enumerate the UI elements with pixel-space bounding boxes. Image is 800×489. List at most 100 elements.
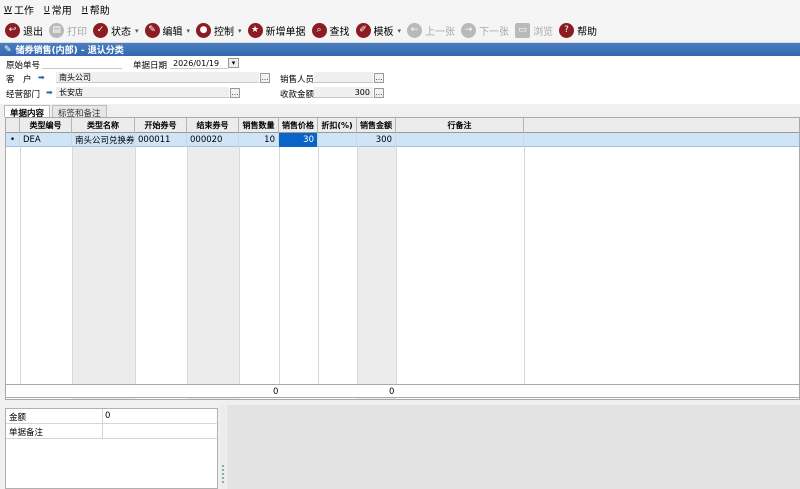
amount-value: 0 — [105, 411, 111, 421]
grid-divider — [524, 118, 525, 388]
help-button[interactable]: ? 帮助 — [559, 23, 597, 38]
amount-label: 金额 — [9, 413, 27, 423]
summary-row-amount: 金额 0 — [6, 409, 219, 424]
customer-field[interactable]: 南头公司 — [56, 72, 259, 83]
row-marker: • — [6, 133, 20, 147]
print-button[interactable]: ▤ 打印 — [49, 23, 87, 38]
panel-splitter[interactable] — [220, 405, 226, 489]
arrow-right-icon: ➡ — [38, 73, 45, 82]
grid-divider — [239, 118, 240, 388]
grid-column-shade — [357, 133, 396, 399]
salesperson-lookup-button[interactable]: … — [374, 73, 384, 83]
menu-work[interactable]: W 工作 — [4, 2, 34, 17]
col-header-type-name[interactable]: 类型名称 — [72, 118, 135, 133]
cell-end-no[interactable]: 000020 — [187, 133, 239, 147]
check-icon: ✓ — [93, 23, 108, 38]
receipt-field[interactable]: 300 — [314, 87, 373, 98]
search-button[interactable]: ⌕ 查找 — [311, 23, 350, 38]
summary-row-remark: 单据备注 — [6, 424, 219, 439]
grid-divider — [20, 118, 21, 388]
cell-type-code[interactable]: DEA — [20, 133, 72, 147]
pencil-icon: ✎ — [144, 23, 160, 38]
chevron-down-icon: ▾ — [135, 26, 139, 35]
edit-button[interactable]: ✎ 编辑 ▾ — [144, 23, 191, 38]
cell-price[interactable]: 30 — [279, 133, 318, 147]
grid-divider — [135, 118, 136, 388]
printer-icon: ▤ — [49, 23, 64, 38]
search-icon: ⌕ — [311, 23, 327, 38]
menu-common[interactable]: U 常用 — [44, 2, 72, 17]
tab-content[interactable]: 单据内容 — [4, 105, 51, 119]
grid-divider — [357, 118, 358, 388]
receipt-label: 收款金额 — [280, 90, 315, 100]
template-button[interactable]: ✐ 模板 ▾ — [355, 23, 402, 38]
grid-column-shade — [187, 133, 239, 399]
col-header-end-no[interactable]: 结束券号 — [187, 118, 239, 133]
exit-icon: ↩ — [5, 23, 20, 38]
cell-discount[interactable] — [318, 133, 357, 147]
arrow-right-icon: ➡ — [46, 88, 53, 97]
dept-field[interactable]: 长安店 — [56, 87, 229, 98]
receipt-lookup-button[interactable]: … — [374, 88, 384, 98]
splitter-grip-icon — [222, 465, 224, 485]
line-items-grid: 类型编号 类型名称 开始券号 结束券号 销售数量 销售价格 折扣(%) 销售金额… — [5, 117, 800, 400]
cell-type-name[interactable]: 南头公司兑换券 — [72, 133, 135, 147]
summary-panel: 金额 0 单据备注 — [5, 408, 219, 489]
col-header-price[interactable]: 销售价格 — [279, 118, 318, 133]
arrow-left-icon: ← — [407, 23, 423, 38]
next-button[interactable]: → 下一张 — [461, 23, 509, 38]
total-amount: 0 — [389, 387, 395, 397]
tab-strip: 单据内容 标签和备注 — [0, 104, 800, 119]
date-dropdown-icon[interactable]: ▾ — [228, 58, 239, 68]
chevron-down-icon: ▾ — [397, 26, 402, 35]
brush-icon: ✐ — [355, 23, 371, 38]
doc-no-label: 原始单号 — [6, 61, 41, 71]
header-form: 原始单号 单据日期 2026/01/19 ▾ 客 户 ➡ 南头公司 … 销售人员… — [0, 56, 800, 104]
salesperson-label: 销售人员 — [280, 75, 315, 85]
new-document-button[interactable]: ★ 新增单据 — [247, 23, 306, 38]
exit-button[interactable]: ↩ 退出 — [5, 23, 43, 38]
browse-button[interactable]: ▭ 浏览 — [515, 23, 553, 38]
date-label: 单据日期 — [133, 61, 168, 71]
folder-icon: ▭ — [515, 23, 531, 38]
doc-no-field[interactable] — [42, 58, 122, 69]
prev-button[interactable]: ← 上一张 — [407, 23, 455, 38]
user-icon: ● — [196, 23, 212, 38]
grid-divider — [396, 118, 397, 388]
toolbar: ↩ 退出 ▤ 打印 ✓ 状态 ▾ ✎ 编辑 ▾ ● 控制 ▾ ★ 新增单据 ⌕ 查找 ✐ 模板 ▾ ← 上… — [0, 19, 800, 43]
col-header-type-code[interactable]: 类型编号 — [20, 118, 72, 133]
question-icon: ? — [559, 23, 575, 38]
cell-note[interactable] — [396, 133, 524, 147]
dept-lookup-button[interactable]: … — [230, 88, 240, 98]
col-header-note[interactable]: 行备注 — [396, 118, 524, 133]
date-field[interactable]: 2026/01/19 — [170, 58, 228, 69]
tab-labels-notes[interactable]: 标签和备注 — [52, 105, 107, 119]
col-header-amount[interactable]: 销售金额 — [357, 118, 396, 133]
salesperson-field[interactable] — [314, 72, 373, 83]
chevron-down-icon: ▾ — [186, 26, 191, 35]
status-button[interactable]: ✓ 状态 ▾ — [93, 23, 139, 38]
page-title: 储券销售(内部) - 退认分类 — [15, 46, 124, 56]
col-header-start-no[interactable]: 开始券号 — [135, 118, 187, 133]
cell-amount[interactable]: 300 — [357, 133, 396, 147]
chevron-down-icon: ▾ — [238, 26, 242, 35]
menu-bar: W 工作 U 常用 H 帮助 — [0, 0, 800, 19]
pencil-icon: ✎ — [4, 44, 12, 55]
cell-qty[interactable]: 10 — [239, 133, 279, 147]
window-title-bar: ✎ 储券销售(内部) - 退认分类 — [0, 43, 800, 56]
menu-help[interactable]: H 帮助 — [82, 2, 110, 17]
customer-lookup-button[interactable]: … — [260, 73, 270, 83]
arrow-right-icon: → — [461, 23, 477, 38]
cell-start-no[interactable]: 000011 — [135, 133, 187, 147]
grid-divider — [318, 118, 319, 388]
col-header-qty[interactable]: 销售数量 — [239, 118, 279, 133]
control-button[interactable]: ● 控制 ▾ — [196, 23, 242, 38]
star-icon: ★ — [247, 23, 263, 38]
row-indicator-header — [6, 118, 20, 133]
col-header-discount[interactable]: 折扣(%) — [318, 118, 357, 133]
remark-label: 单据备注 — [9, 428, 44, 438]
grid-header: 类型编号 类型名称 开始券号 结束券号 销售数量 销售价格 折扣(%) 销售金额… — [6, 118, 799, 133]
customer-label: 客 户 — [6, 75, 32, 85]
table-row[interactable]: • DEA 南头公司兑换券 000011 000020 10 30 300 — [6, 133, 799, 147]
grid-totals-row: 0 0 — [5, 384, 800, 398]
